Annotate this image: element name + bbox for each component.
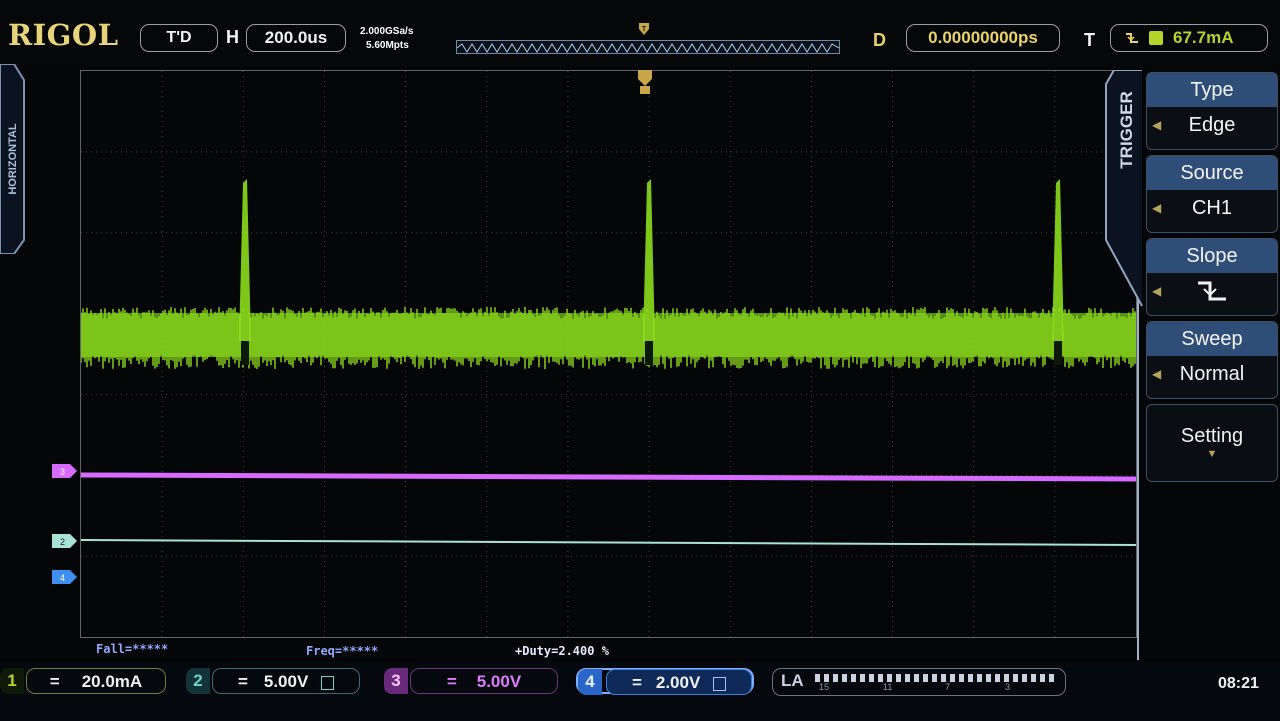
menu-slope-button[interactable]: Slope ◀ [1146, 238, 1278, 316]
menu-source-value: CH1 [1191, 197, 1232, 219]
trigger-position-marker-icon: T [639, 23, 649, 35]
menu-type-label: Type [1147, 73, 1277, 107]
delay-value[interactable]: 0.00000000ps [906, 24, 1060, 52]
brand-logo: RIGOL [8, 18, 119, 52]
menu-sweep-value: Normal [1179, 363, 1245, 385]
svg-text:4: 4 [60, 573, 65, 583]
ch4-number: 4 [578, 669, 602, 695]
menu-arrow-icon: ◀ [1152, 118, 1162, 132]
logic-analyzer-status[interactable]: LA 15 11 7 3 [772, 668, 1066, 696]
ch1-scale: 20.0mA [81, 672, 143, 691]
menu-sweep-button[interactable]: Sweep ◀ Normal [1146, 321, 1278, 399]
menu-source-button[interactable]: Source ◀ CH1 [1146, 155, 1278, 233]
trigger-time-marker-icon [638, 70, 652, 94]
measure-freq[interactable]: Freq=***** [306, 644, 378, 658]
menu-setting-label: Setting [1180, 425, 1244, 447]
menu-type-value: Edge [1188, 114, 1236, 136]
horizontal-label: H [226, 27, 239, 47]
svg-text:2: 2 [60, 537, 65, 547]
ch1-spike [643, 179, 655, 341]
measure-fall[interactable]: Fall=***** [96, 642, 168, 656]
timebase-value[interactable]: 200.0us [246, 24, 346, 52]
ch3-scale: 5.00V [476, 672, 522, 691]
la-channel-indicators [815, 674, 1055, 682]
ch1-status[interactable]: 1 = 20.0mA [0, 668, 168, 694]
memory-depth: 5.60Mpts [366, 40, 409, 51]
ch3-status[interactable]: 3 = 5.00V [384, 668, 560, 694]
trigger-tab-label: TRIGGER [1117, 91, 1136, 168]
la-tick-7: 7 [945, 682, 951, 692]
menu-type-button[interactable]: Type ◀ Edge [1146, 72, 1278, 150]
la-label: LA [781, 671, 804, 690]
ch3-coupling: = [446, 672, 457, 691]
bandwidth-limit-icon [321, 675, 335, 690]
ch4-ground-marker-icon[interactable]: 4 [52, 570, 78, 584]
waveform-display[interactable] [80, 70, 1137, 638]
svg-text:3: 3 [60, 467, 65, 477]
falling-edge-icon [1126, 33, 1138, 43]
ch3-number: 3 [384, 668, 408, 694]
la-tick-3: 3 [1005, 682, 1011, 692]
ch3-scale-box: = 5.00V [410, 668, 558, 694]
horizontal-side-tab[interactable]: HORIZONTAL [0, 64, 26, 254]
ch4-status[interactable]: 4 = 2.00V [576, 668, 754, 695]
menu-arrow-icon: ◀ [1152, 284, 1162, 298]
menu-source-label: Source [1147, 156, 1277, 190]
ch1-scale-box: = 20.0mA [26, 668, 166, 694]
trigger-side-tab[interactable]: TRIGGER [1104, 70, 1144, 310]
bandwidth-limit-icon [713, 676, 727, 691]
ch1-waveform [80, 179, 1136, 369]
trigger-status-pill[interactable]: 67.7mA [1110, 24, 1268, 52]
system-clock: 08:21 [1218, 675, 1259, 692]
ch4-scale-box: = 2.00V [606, 669, 752, 695]
menu-arrow-icon: ◀ [1152, 201, 1162, 215]
menu-setting-button[interactable]: Setting ▼ [1146, 404, 1278, 482]
delay-label: D [873, 30, 886, 50]
ch3-trace [80, 472, 1137, 482]
ch1-coupling: = [49, 672, 60, 691]
ch1-spike [239, 179, 251, 341]
measure-duty[interactable]: +Duty=2.400 % [515, 644, 609, 658]
ch3-ground-marker-icon[interactable]: 3 [52, 464, 78, 478]
ch2-ground-marker-icon[interactable]: 2 [52, 534, 78, 548]
ch1-source-indicator [1149, 31, 1163, 45]
ch2-scale: 5.00V [263, 672, 309, 691]
horizontal-tab-label: HORIZONTAL [7, 123, 19, 195]
trigger-label: T [1084, 30, 1095, 50]
ch4-coupling: = [631, 673, 642, 692]
menu-sweep-label: Sweep [1147, 322, 1277, 356]
ch4-scale: 2.00V [655, 673, 701, 692]
ch1-spike [1052, 179, 1064, 341]
run-state-badge[interactable]: T'D [140, 24, 218, 52]
la-tick-15: 15 [819, 682, 830, 692]
measurement-strip: Fall=***** Freq=***** +Duty=2.400 % [0, 640, 1136, 662]
ch2-coupling: = [237, 672, 248, 691]
trigger-level-value: 67.7mA [1173, 28, 1234, 47]
menu-arrow-icon: ◀ [1152, 367, 1162, 381]
ch2-trace [80, 539, 1137, 546]
la-tick-11: 11 [883, 682, 893, 692]
ch2-number: 2 [186, 668, 210, 694]
ch2-status[interactable]: 2 = 5.00V [186, 668, 362, 694]
svg-text:T: T [642, 26, 647, 33]
falling-edge-slope-icon [1198, 281, 1226, 301]
ch2-scale-box: = 5.00V [212, 668, 360, 694]
top-status-bar: RIGOL T'D H 200.0us 2.000GSa/s 5.60Mpts … [0, 0, 1280, 66]
sample-rate: 2.000GSa/s [360, 26, 414, 37]
chevron-down-icon: ▼ [1206, 448, 1218, 460]
memory-position-bar[interactable] [456, 40, 840, 54]
menu-slope-label: Slope [1147, 239, 1277, 273]
ch1-number: 1 [0, 668, 24, 694]
